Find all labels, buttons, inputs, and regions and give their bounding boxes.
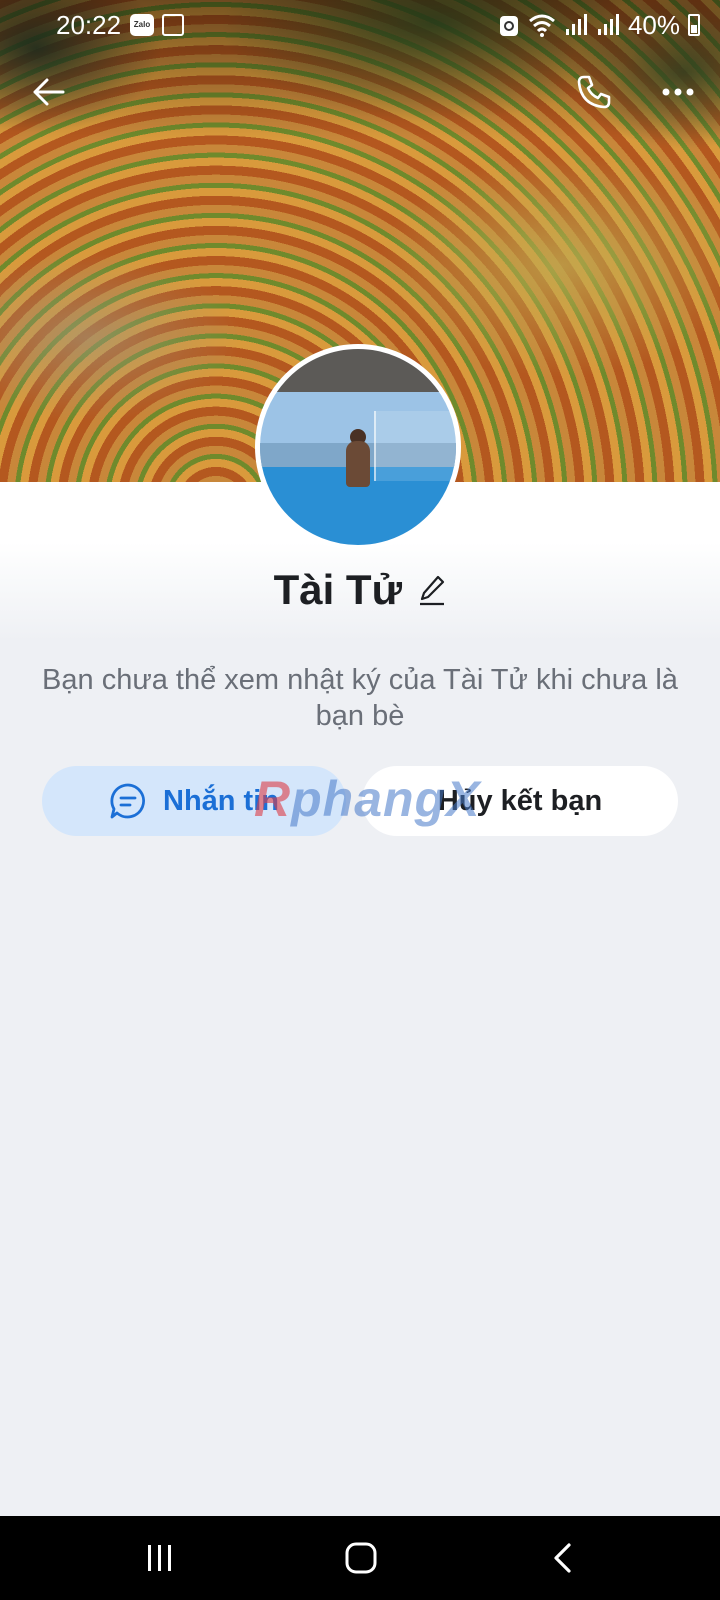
signal-icon-1 xyxy=(565,14,587,35)
profile-content xyxy=(0,482,720,1516)
back-nav-button[interactable] xyxy=(534,1530,590,1586)
recycle-icon xyxy=(499,16,518,36)
more-options-button[interactable] xyxy=(648,62,708,122)
system-navigation-bar xyxy=(0,1516,720,1600)
top-app-bar xyxy=(0,60,720,130)
home-button[interactable] xyxy=(333,1530,389,1586)
profile-name-row: Tài Tử xyxy=(0,566,720,614)
chat-bubble-icon xyxy=(110,783,145,819)
gallery-notification-icon xyxy=(162,14,184,36)
phone-icon xyxy=(577,75,611,109)
chevron-left-icon xyxy=(554,1543,571,1573)
recent-apps-icon xyxy=(148,1545,171,1571)
unfriend-button[interactable]: Hủy kết bạn xyxy=(362,766,678,836)
more-dots-icon xyxy=(662,88,694,96)
call-button[interactable] xyxy=(564,62,624,122)
status-bar: 20:22 Zalo 40% xyxy=(0,0,720,52)
pencil-icon xyxy=(420,575,445,606)
message-button-label: Nhắn tin xyxy=(163,784,279,817)
recent-apps-button[interactable] xyxy=(132,1530,188,1586)
zalo-notification-icon: Zalo xyxy=(130,14,154,36)
status-time: 20:22 xyxy=(56,10,122,40)
signal-icon-2 xyxy=(597,14,619,35)
wifi-icon xyxy=(528,14,555,37)
battery-icon xyxy=(688,14,700,36)
arrow-left-icon xyxy=(33,78,65,106)
avatar[interactable] xyxy=(255,344,461,550)
profile-name: Tài Tử xyxy=(273,566,402,613)
battery-percent: 40% xyxy=(627,9,680,40)
edit-name-button[interactable] xyxy=(418,573,446,607)
unfriend-button-label: Hủy kết bạn xyxy=(437,784,603,817)
back-button[interactable] xyxy=(18,62,78,122)
home-icon xyxy=(345,1542,377,1574)
message-button[interactable]: Nhắn tin xyxy=(42,766,346,836)
privacy-message: Bạn chưa thể xem nhật ký của Tài Tử khi … xyxy=(42,664,678,732)
